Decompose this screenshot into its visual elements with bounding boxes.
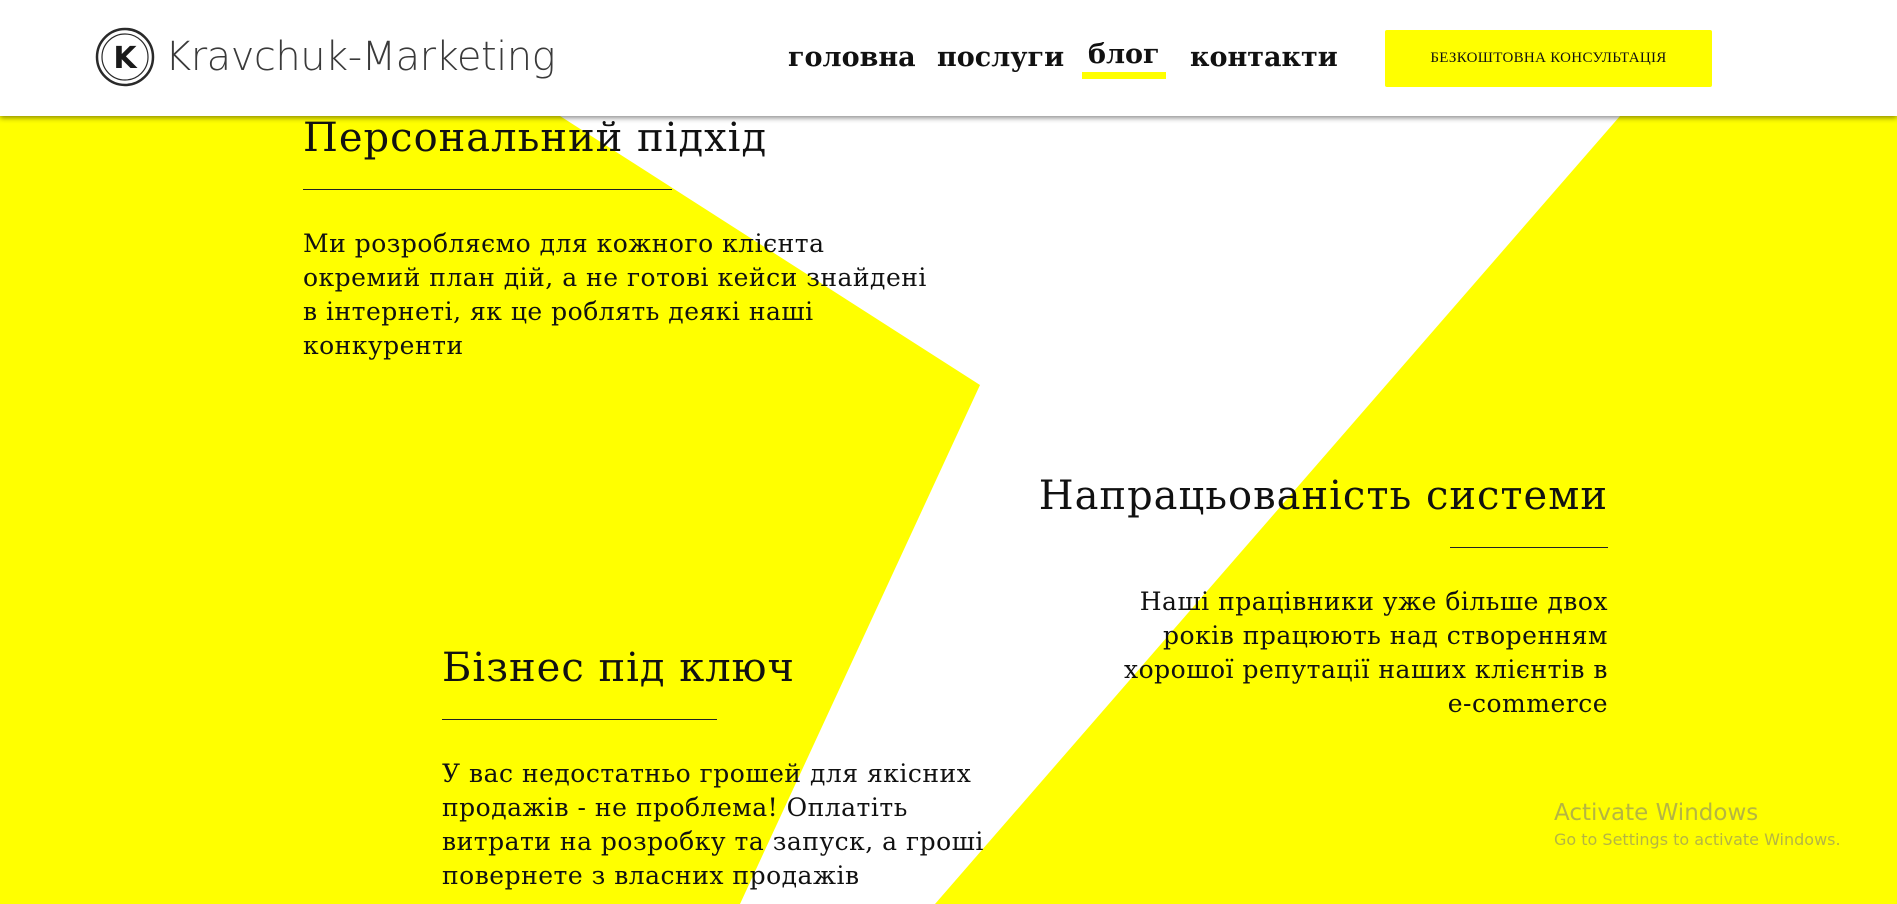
- description-line: в інтернеті, як це роблять деякі наші: [303, 297, 814, 326]
- logo-link[interactable]: K Kravchuk-Marketing: [95, 27, 556, 87]
- nav-item-contacts[interactable]: контакти: [1190, 42, 1338, 73]
- feature-personal-approach: Персональний підхід Ми розробляємо для к…: [303, 115, 1003, 363]
- logo-coin-icon: K: [95, 27, 155, 87]
- description-line: хорошої репутації наших клієнтів в: [1124, 655, 1608, 684]
- feature-turnkey-business: Бізнес під ключ У вас недостатньо грошей…: [442, 645, 1062, 893]
- windows-activation-watermark: Activate Windows Go to Settings to activ…: [1554, 798, 1841, 852]
- description-line: Наші працівники уже більше двох: [1139, 587, 1608, 616]
- feature-title: Напрацьованість системи: [1038, 473, 1608, 519]
- description-line: продажів - не проблема! Оплатіть: [442, 793, 908, 822]
- logo-letter: K: [113, 41, 138, 76]
- feature-divider: [303, 189, 672, 190]
- feature-divider: [442, 719, 717, 720]
- description-line: окремий план дій, а не готові кейси знай…: [303, 263, 927, 292]
- feature-title: Персональний підхід: [303, 115, 768, 161]
- description-line: конкуренти: [303, 331, 464, 360]
- feature-divider: [1450, 547, 1608, 548]
- feature-title: Бізнес під ключ: [442, 645, 795, 691]
- nav-item-home[interactable]: головна: [788, 42, 916, 73]
- description-line: витрати на розробку та запуск, а гроші: [442, 827, 984, 856]
- watermark-title: Activate Windows: [1554, 800, 1759, 826]
- feature-description: Ми розробляємо для кожного клієнта окрем…: [303, 227, 1003, 363]
- free-consultation-button[interactable]: БЕЗКОШТОВНА КОНСУЛЬТАЦІЯ: [1385, 30, 1712, 87]
- description-line: e-commerce: [1447, 689, 1608, 718]
- description-line: Ми розробляємо для кожного клієнта: [303, 229, 825, 258]
- nav-item-blog[interactable]: блог: [1082, 39, 1166, 79]
- description-line: років працюють над створенням: [1163, 621, 1608, 650]
- site-header: K Kravchuk-Marketing головна послуги бло…: [0, 0, 1897, 116]
- watermark-subtitle: Go to Settings to activate Windows.: [1554, 830, 1841, 849]
- feature-description: У вас недостатньо грошей для якісних про…: [442, 757, 1062, 893]
- brand-name: Kravchuk-Marketing: [165, 34, 556, 80]
- description-line: повернете з власних продажів: [442, 861, 860, 890]
- description-line: У вас недостатньо грошей для якісних: [442, 759, 972, 788]
- nav-item-services[interactable]: послуги: [937, 42, 1064, 73]
